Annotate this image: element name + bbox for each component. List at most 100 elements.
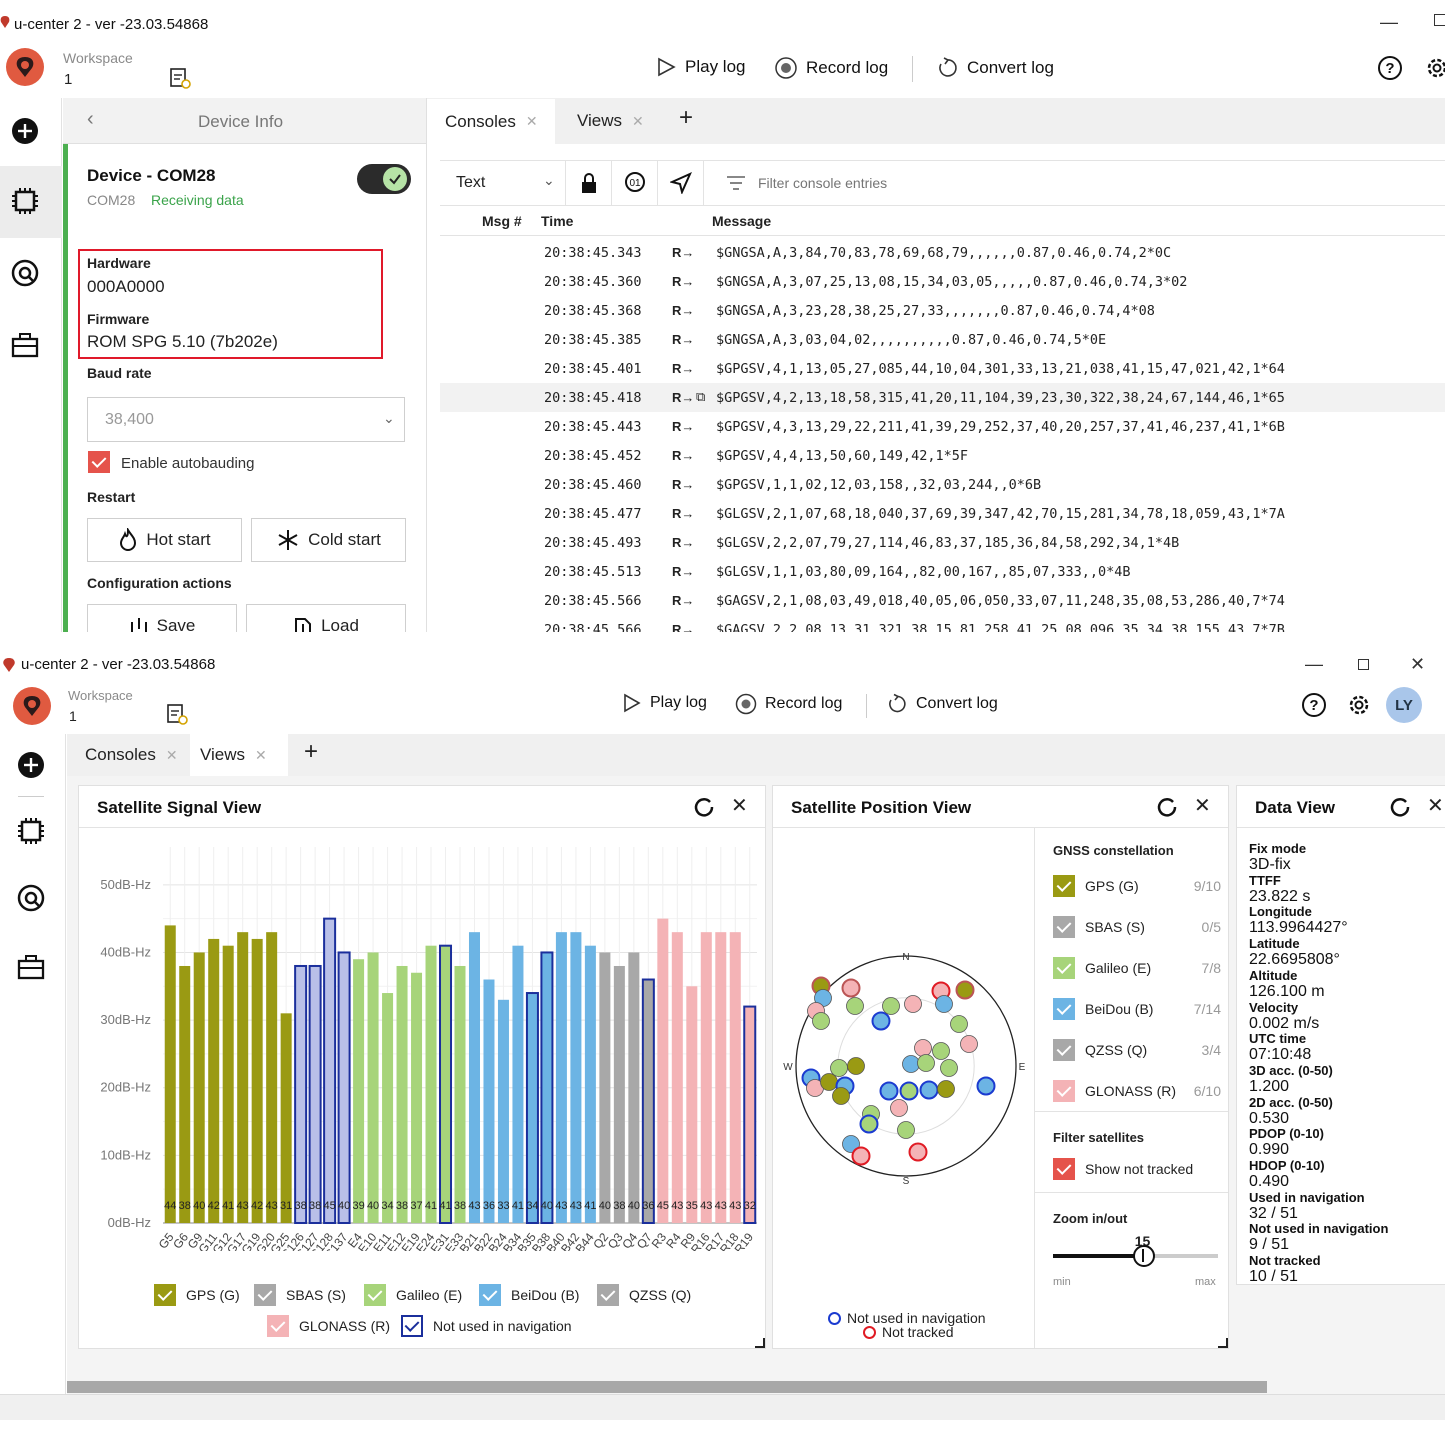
console-row[interactable]: 20:38:45.360 R→ $GNGSA,A,3,07,25,13,08,15,… [440, 267, 1445, 296]
close-icon[interactable]: ✕ [1194, 793, 1211, 818]
copy-icon[interactable]: ⧉ [696, 390, 705, 405]
console-row[interactable]: 20:38:45.460 R→ $GPGSV,1,1,02,12,03,158,,3… [440, 470, 1445, 499]
satellite-marker[interactable] [830, 1059, 848, 1077]
convert-log-button[interactable]: Convert log [886, 693, 998, 715]
tab-views[interactable]: Views ✕ [190, 734, 288, 776]
tab-consoles[interactable]: Consoles ✕ [75, 734, 188, 776]
workspace-file-icon[interactable] [168, 66, 192, 95]
satellite-marker[interactable] [846, 997, 864, 1015]
refresh-icon[interactable] [693, 796, 715, 823]
satellite-marker[interactable] [851, 1146, 871, 1166]
filter-console-input[interactable] [758, 169, 1358, 197]
satellite-marker[interactable] [917, 1054, 935, 1072]
chip-icon[interactable] [16, 816, 46, 846]
legend-item[interactable]: BeiDou (B) [479, 1284, 579, 1306]
chip-icon[interactable] [10, 186, 40, 216]
save-config-button[interactable]: Save [87, 604, 237, 632]
settings-gear-icon[interactable] [1346, 692, 1372, 723]
satellite-marker[interactable] [937, 1080, 955, 1098]
convert-log-button[interactable]: Convert log [935, 56, 1054, 80]
settings-gear-icon[interactable] [1424, 55, 1445, 86]
toolbox-icon[interactable] [16, 952, 46, 982]
console-row[interactable]: 20:38:45.452 R→ $GPGSV,4,4,13,50,60,149,42… [440, 441, 1445, 470]
horizontal-scrollbar[interactable] [67, 1381, 1267, 1393]
help-icon[interactable]: ? [1377, 55, 1403, 86]
legend-item[interactable]: GPS (G) [154, 1284, 240, 1306]
satellite-marker[interactable] [932, 1042, 950, 1060]
satellite-dish-icon[interactable] [10, 258, 40, 288]
console-row[interactable]: 20:38:45.566 R→ $GAGSV,2,2,08,13,31,321,38… [440, 615, 1445, 633]
satellite-marker[interactable] [841, 978, 861, 998]
satellite-marker[interactable] [812, 1012, 830, 1030]
workspace-value[interactable]: 1 [69, 708, 77, 724]
legend-item[interactable]: Galileo (E) [364, 1284, 462, 1306]
satellite-marker[interactable] [890, 1099, 908, 1117]
refresh-icon[interactable] [1156, 796, 1178, 823]
restore-icon[interactable] [1358, 659, 1369, 670]
satellite-marker[interactable] [882, 997, 900, 1015]
legend-item[interactable]: QZSS (Q) [597, 1284, 691, 1306]
constellation-toggle[interactable]: GLONASS (R) 6/10 [1053, 1080, 1221, 1102]
baud-rate-select[interactable]: 38,400 ⌄ [87, 397, 405, 442]
autobaud-checkbox[interactable] [88, 451, 110, 473]
satellite-marker[interactable] [899, 1081, 919, 1101]
col-time[interactable]: Time [541, 213, 573, 229]
satellite-marker[interactable] [950, 1015, 968, 1033]
close-icon[interactable]: ✕ [731, 793, 748, 818]
col-message[interactable]: Message [712, 213, 771, 229]
satellite-marker[interactable] [904, 995, 922, 1013]
tab-consoles[interactable]: Consoles ✕ [427, 99, 555, 144]
show-not-tracked-toggle[interactable]: Show not tracked [1053, 1158, 1221, 1180]
satellite-marker[interactable] [919, 1080, 939, 1100]
add-tab-icon[interactable]: + [679, 104, 693, 132]
console-row[interactable]: 20:38:45.493 R→ $GLGSV,2,2,07,79,27,114,46… [440, 528, 1445, 557]
record-log-button[interactable]: Record log [735, 693, 842, 715]
satellite-marker[interactable] [902, 1055, 920, 1073]
constellation-toggle[interactable]: GPS (G) 9/10 [1053, 875, 1221, 897]
refresh-icon[interactable] [1389, 796, 1411, 823]
workspace-value[interactable]: 1 [64, 71, 72, 88]
device-connect-toggle[interactable] [357, 164, 411, 194]
satellite-marker[interactable] [832, 1087, 850, 1105]
back-chevron-icon[interactable]: ‹ [87, 108, 94, 131]
console-row[interactable]: 20:38:45.401 R→ $GPGSV,4,1,13,05,27,085,44… [440, 354, 1445, 383]
record-log-button[interactable]: Record log [774, 56, 888, 80]
console-row[interactable]: 20:38:45.566 R→ $GAGSV,2,1,08,03,49,018,40… [440, 586, 1445, 615]
satellite-dish-icon[interactable] [16, 883, 46, 913]
minimize-icon[interactable]: — [1305, 654, 1323, 675]
satellite-marker[interactable] [820, 1073, 838, 1091]
play-log-button[interactable]: Play log [622, 693, 707, 713]
satellite-marker[interactable] [859, 1114, 879, 1134]
satellite-marker[interactable] [976, 1076, 996, 1096]
user-avatar[interactable]: LY [1386, 687, 1422, 723]
legend-item[interactable]: SBAS (S) [254, 1284, 346, 1306]
toolbox-icon[interactable] [10, 330, 40, 360]
resize-handle-icon[interactable] [755, 1338, 765, 1348]
message-search-icon[interactable]: 01 [612, 161, 658, 205]
close-icon[interactable]: ✕ [1427, 793, 1444, 818]
hot-start-button[interactable]: Hot start [87, 518, 242, 562]
satellite-marker[interactable] [908, 1142, 928, 1162]
constellation-toggle[interactable]: BeiDou (B) 7/14 [1053, 998, 1221, 1020]
minimize-icon[interactable]: — [1380, 12, 1398, 33]
satellite-marker[interactable] [940, 1059, 958, 1077]
legend-item[interactable]: Not used in navigation [401, 1315, 572, 1337]
add-icon[interactable] [10, 116, 40, 146]
lock-icon[interactable] [566, 161, 612, 205]
satellite-marker[interactable] [914, 1039, 932, 1057]
workspace-file-icon[interactable] [165, 702, 189, 731]
console-row[interactable]: 20:38:45.385 R→ $GNGSA,A,3,03,04,02,,,,,,,… [440, 325, 1445, 354]
legend-item[interactable]: GLONASS (R) [267, 1315, 390, 1337]
restore-icon[interactable] [1434, 14, 1445, 26]
resize-handle-icon[interactable] [1218, 1338, 1228, 1348]
satellite-marker[interactable] [879, 1081, 899, 1101]
console-row[interactable]: 20:38:45.368 R→ $GNGSA,A,3,23,28,38,25,27,… [440, 296, 1445, 325]
constellation-toggle[interactable]: QZSS (Q) 3/4 [1053, 1039, 1221, 1061]
constellation-toggle[interactable]: Galileo (E) 7/8 [1053, 957, 1221, 979]
satellite-marker[interactable] [955, 980, 975, 1000]
tab-views[interactable]: Views ✕ [567, 99, 654, 143]
satellite-marker[interactable] [960, 1035, 978, 1053]
satellite-marker[interactable] [847, 1057, 865, 1075]
load-config-button[interactable]: Load [246, 604, 406, 632]
console-row[interactable]: 20:38:45.513 R→ $GLGSV,1,1,03,80,09,164,,8… [440, 557, 1445, 586]
